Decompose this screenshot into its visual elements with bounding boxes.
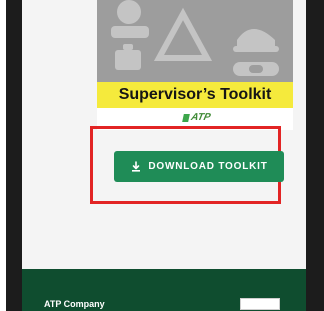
footer-badge: [240, 298, 280, 310]
download-toolkit-label: DOWNLOAD TOOLKIT: [148, 161, 268, 172]
download-icon: [132, 160, 141, 172]
phone-screen: Supervisor’s Toolkit ATP DOWNLOAD TOOLKI…: [22, 0, 306, 311]
page-footer: ATP Company: [22, 269, 306, 311]
atp-logo-bar: [182, 114, 190, 122]
download-toolkit-button[interactable]: DOWNLOAD TOOLKIT: [114, 151, 284, 182]
phone-bezel-left: [6, 0, 22, 311]
atp-logo-text: ATP: [189, 112, 212, 123]
title-band: Supervisor’s Toolkit: [97, 82, 293, 108]
atp-logo: ATP: [181, 112, 215, 124]
safety-illustration-svg: [111, 0, 279, 76]
safety-icons-illustration: [97, 0, 293, 82]
footer-text: ATP Company: [44, 299, 105, 309]
phone-bezel-right: [306, 0, 324, 311]
toolkit-title: Supervisor’s Toolkit: [118, 86, 272, 103]
toolkit-cover-image: Supervisor’s Toolkit ATP: [97, 0, 293, 130]
